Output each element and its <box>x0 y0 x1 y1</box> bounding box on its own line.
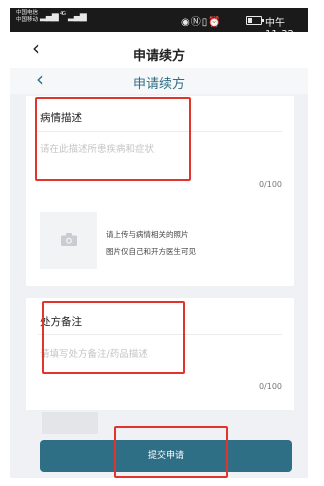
carrier-line-1: 中国电信 <box>16 10 39 16</box>
upload-hint-1: 请上传与病情相关的照片 <box>106 230 189 239</box>
annotation-box-submit <box>114 426 228 478</box>
eye-icon: ◉ <box>181 17 191 28</box>
partial-upload-box[interactable] <box>42 412 98 434</box>
secondary-page-title: 申请续方 <box>132 77 185 92</box>
top-nav-bar: ‹ 申请续方 <box>10 32 308 68</box>
signal-icon-2: ▂▄▆ <box>68 12 87 22</box>
carrier-line-2: 中国移动 <box>16 17 39 23</box>
nfc-icon: Ⓝ <box>190 17 202 28</box>
status-icons: ◉Ⓝ▯⏰ <box>181 13 222 28</box>
secondary-nav-bar: ‹ 申请续方 <box>10 67 308 94</box>
symptoms-char-counter: 0/100 <box>258 180 282 189</box>
annotation-box-symptoms <box>35 97 191 181</box>
page-title: 申请续方 <box>132 49 185 64</box>
remarks-char-counter: 0/100 <box>258 382 282 391</box>
photo-upload-button[interactable] <box>40 212 97 269</box>
phone-screen: 中国电信 中国移动 ▂▄▆ 4G ▂▄▆ ◉Ⓝ▯⏰ 中午11:32 ‹ 申请续方… <box>10 8 308 478</box>
upload-hint-2: 图片仅自己和开方医生可见 <box>106 247 196 256</box>
carrier-info: 中国电信 中国移动 <box>16 10 38 24</box>
signal-icon: ▂▄▆ <box>40 12 59 22</box>
battery-level <box>248 18 253 23</box>
alarm-icon: ⏰ <box>208 17 222 28</box>
camera-icon <box>61 233 77 246</box>
network-label: 4G <box>60 11 66 17</box>
annotation-box-remarks <box>42 301 185 374</box>
battery-icon <box>246 16 264 25</box>
status-bar: 中国电信 中国移动 ▂▄▆ 4G ▂▄▆ ◉Ⓝ▯⏰ 中午11:32 <box>10 8 308 40</box>
